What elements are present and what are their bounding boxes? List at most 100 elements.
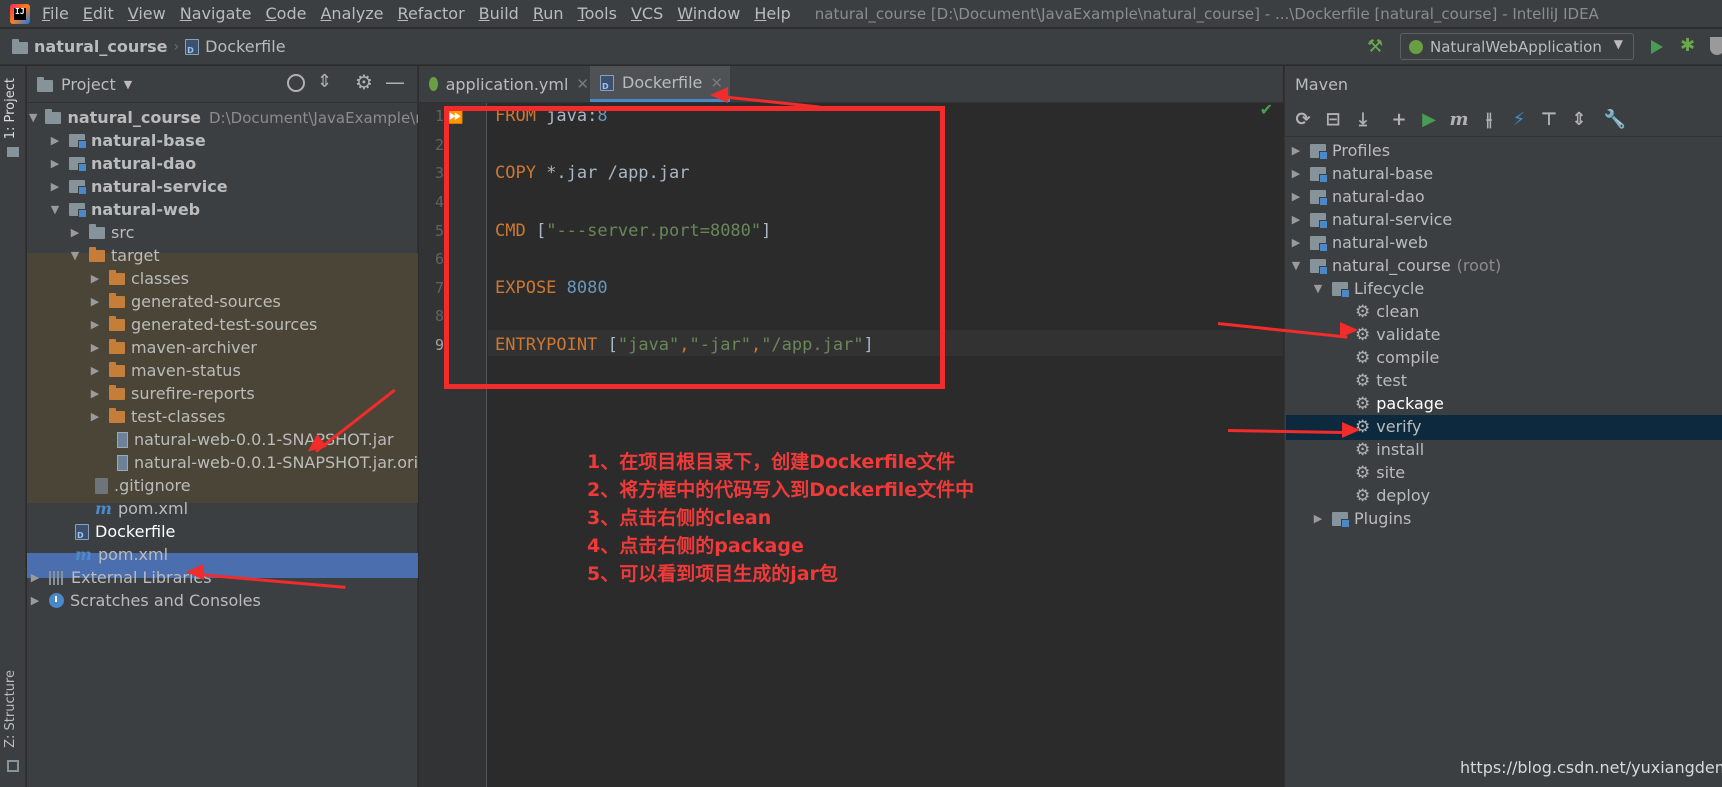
maven-item-natural-base[interactable]: ▶ natural-base [1290,161,1433,186]
tool-tab-project[interactable]: 1: Project [3,78,18,139]
tree-item-maven-archiver[interactable]: ▶ maven-archiver [27,335,418,360]
run-configuration-select[interactable]: NaturalWebApplication ▼ [1400,33,1634,60]
maven-goal-validate[interactable]: ⚙ validate [1355,322,1441,347]
collapsed-arrow-icon[interactable]: ▶ [49,134,61,147]
menu-vcs[interactable]: VCS [631,4,663,23]
show-dependencies-icon[interactable]: ⊤ [1534,105,1564,135]
tree-item-classes[interactable]: ▶ classes [27,266,418,291]
collapsed-arrow-icon[interactable]: ▶ [49,180,61,193]
maven-item-lifecycle[interactable]: ▼ Lifecycle [1312,276,1424,301]
menu-view[interactable]: View [128,4,166,23]
tree-item-maven-status[interactable]: ▶ maven-status [27,358,418,383]
collapsed-arrow-icon[interactable]: ▶ [1290,236,1302,249]
collapsed-arrow-icon[interactable]: ▶ [89,410,101,423]
coverage-shield-icon[interactable] [1710,37,1722,55]
tree-item-natural-course[interactable]: ▼ natural_course D:\Document\JavaExample… [27,105,418,130]
tree-item-generated-sources[interactable]: ▶ generated-sources [27,289,418,314]
tree-item-snapshot-jar[interactable]: natural-web-0.0.1-SNAPSHOT.jar [27,427,418,452]
collapsed-arrow-icon[interactable]: ▶ [69,226,81,239]
tree-item-dockerfile[interactable]: Dockerfile [27,519,418,544]
collapsed-arrow-icon[interactable]: ▶ [1290,213,1302,226]
maven-item-natural-web[interactable]: ▶ natural-web [1290,230,1428,255]
menu-navigate[interactable]: Navigate [180,4,252,23]
menu-file[interactable]: File [42,4,69,23]
collapsed-arrow-icon[interactable]: ▶ [1290,144,1302,157]
close-icon[interactable]: ✕ [576,75,589,93]
build-hammer-icon[interactable]: ⚒ [1367,36,1383,57]
collapsed-arrow-icon[interactable]: ▶ [89,295,101,308]
tab-application-yml[interactable]: application.yml ✕ [419,66,589,102]
menu-refactor[interactable]: Refactor [398,4,465,23]
chevron-down-icon[interactable]: ▼ [124,78,132,91]
menu-build[interactable]: Build [479,4,519,23]
run-gutter-icon[interactable]: ⏩ [446,109,463,125]
collapsed-arrow-icon[interactable]: ▶ [49,157,61,170]
menu-tools[interactable]: Tools [578,4,617,23]
collapsed-arrow-icon[interactable]: ▶ [89,318,101,331]
collapsed-arrow-icon[interactable]: ▶ [1290,167,1302,180]
reimport-refresh-icon[interactable]: ⟳ [1288,105,1318,135]
tree-item-natural-web[interactable]: ▼ natural-web [27,197,418,222]
expanded-arrow-icon[interactable]: ▼ [1312,282,1324,295]
tree-item-natural-base[interactable]: ▶ natural-base [27,128,418,153]
expanded-arrow-icon[interactable]: ▼ [49,203,61,216]
tree-item-surefire-reports[interactable]: ▶ surefire-reports [27,381,418,406]
tree-item-web-pom-xml[interactable]: m pom.xml [27,496,418,521]
maven-item-natural-dao[interactable]: ▶ natural-dao [1290,184,1425,209]
locate-target-icon[interactable] [287,74,305,92]
menu-code[interactable]: Code [266,4,307,23]
breadcrumb-project[interactable]: natural_course [34,37,168,56]
tree-item-natural-service[interactable]: ▶ natural-service [27,174,418,199]
tree-item-gitignore[interactable]: .gitignore [27,473,418,498]
expanded-arrow-icon[interactable]: ▼ [1290,259,1302,272]
download-icon[interactable]: ⤓ [1348,105,1378,135]
project-view-select[interactable]: Project [61,75,116,94]
add-plus-icon[interactable]: + [1384,105,1414,135]
maven-goal-package[interactable]: ⚙ package [1355,391,1444,416]
collapse-all-icon[interactable]: ⇕ [317,71,332,92]
hide-panel-icon[interactable]: — [385,70,405,94]
maven-goal-test[interactable]: ⚙ test [1355,368,1407,393]
tree-item-src[interactable]: ▶ src [27,220,418,245]
collapsed-arrow-icon[interactable]: ▶ [89,364,101,377]
code-editor[interactable]: ✔ FROM java:8 COPY *.jar /app.jar CMD ["… [488,100,1283,787]
tool-tab-structure[interactable]: Z: Structure [3,670,18,748]
debug-bug-icon[interactable]: ✱ [1680,35,1695,56]
tree-item-target[interactable]: ▼ target [27,243,418,268]
breadcrumb-file[interactable]: Dockerfile [205,37,285,56]
menu-analyze[interactable]: Analyze [320,4,383,23]
tree-item-generated-test-sources[interactable]: ▶ generated-test-sources [27,312,418,337]
expanded-arrow-icon[interactable]: ▼ [29,111,37,124]
tree-item-root-pom-xml[interactable]: m pom.xml [27,542,418,567]
menu-help[interactable]: Help [754,4,790,23]
maven-item-natural-service[interactable]: ▶ natural-service [1290,207,1453,232]
collapsed-arrow-icon[interactable]: ▶ [89,341,101,354]
settings-wrench-icon[interactable]: 🔧 [1600,105,1630,135]
tree-item-natural-dao[interactable]: ▶ natural-dao [27,151,418,176]
collapsed-arrow-icon[interactable]: ▶ [89,387,101,400]
run-icon[interactable]: ▶ [1414,105,1444,135]
collapsed-arrow-icon[interactable]: ▶ [29,594,41,607]
generate-sources-icon[interactable]: ⊟ [1318,105,1348,135]
maven-goal-deploy[interactable]: ⚙ deploy [1355,483,1430,508]
maven-goal-install[interactable]: ⚙ install [1355,437,1424,462]
maven-item-plugins[interactable]: ▶ Plugins [1312,506,1412,531]
execute-goal-m-icon[interactable]: m [1444,105,1474,135]
maven-goal-clean[interactable]: ⚙ clean [1355,299,1419,324]
intellij-logo-icon[interactable]: IJ [10,3,30,24]
tree-item-snapshot-jar-original[interactable]: natural-web-0.0.1-SNAPSHOT.jar.original [27,450,418,475]
maven-goal-compile[interactable]: ⚙ compile [1355,345,1439,370]
run-icon[interactable] [1651,40,1663,54]
tree-item-scratches[interactable]: ▶ Scratches and Consoles [27,588,418,613]
menu-edit[interactable]: Edit [83,4,114,23]
skip-tests-icon[interactable]: ⚡ [1504,105,1534,135]
collapsed-arrow-icon[interactable]: ▶ [89,272,101,285]
toggle-offline-icon[interactable]: ⫲ [1474,105,1504,135]
settings-gear-icon[interactable]: ⚙ [355,70,373,94]
collapsed-arrow-icon[interactable]: ▶ [29,571,41,584]
expanded-arrow-icon[interactable]: ▼ [69,249,81,262]
collapse-all-icon[interactable]: ⇕ [1564,105,1594,135]
collapsed-arrow-icon[interactable]: ▶ [1312,512,1324,525]
maven-goal-site[interactable]: ⚙ site [1355,460,1405,485]
tab-dockerfile[interactable]: Dockerfile ✕ [590,66,730,102]
